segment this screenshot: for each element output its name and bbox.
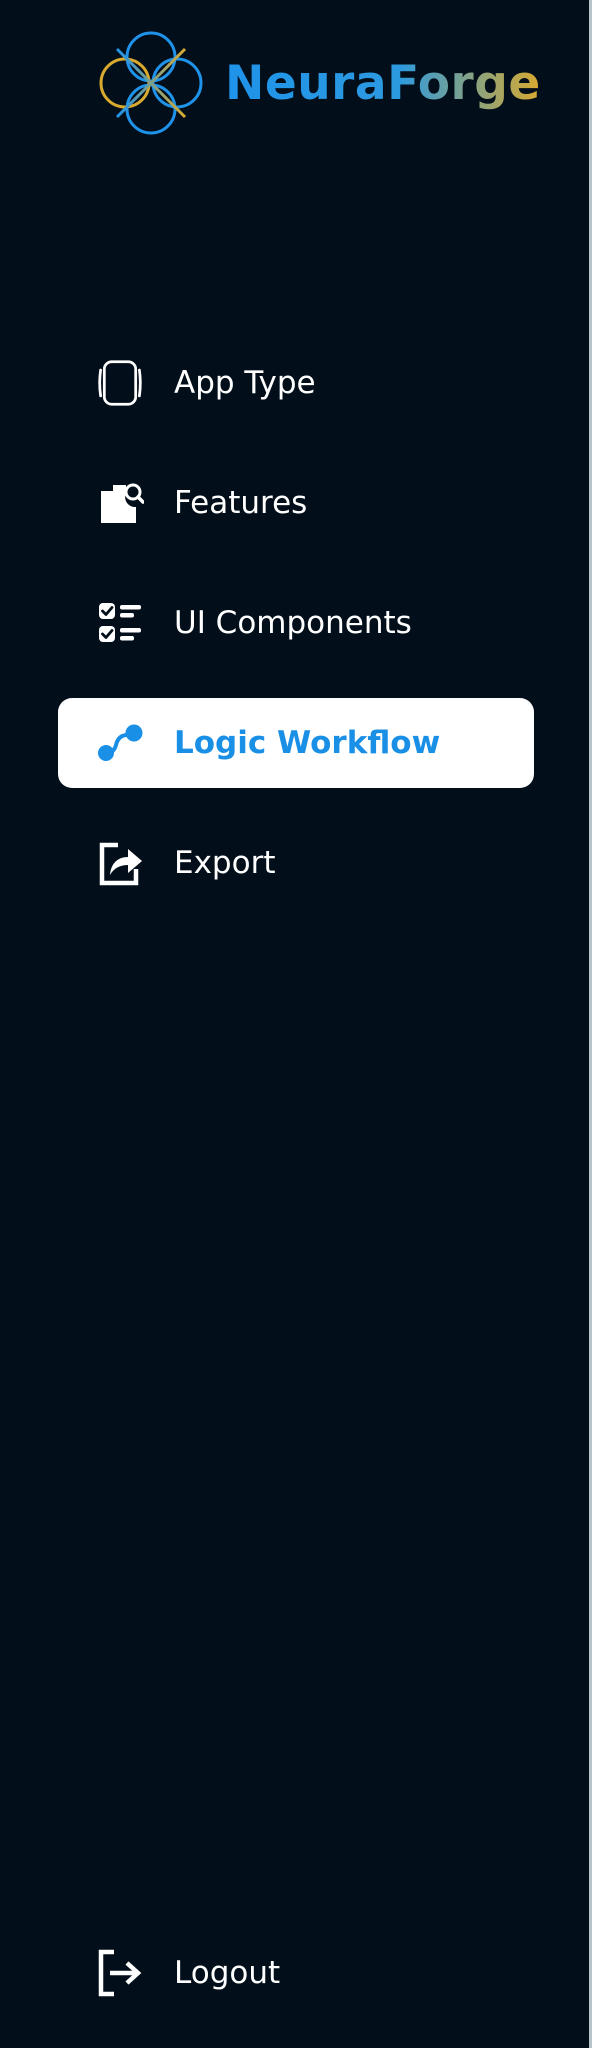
checklist-icon [96,599,144,647]
neuraforge-logo-icon [99,31,203,135]
nav-label: App Type [174,364,316,401]
nav-item-app-type[interactable]: App Type [58,338,534,428]
document-search-icon [96,479,144,527]
mobile-device-icon [96,359,144,407]
sidebar: NeuraForge App Type Features UI Componen… [0,0,589,2048]
logout-label: Logout [174,1954,281,1991]
logout-button[interactable]: Logout [58,1928,534,2018]
nav-label: Export [174,844,276,881]
brand-name: NeuraForge [225,55,541,111]
nav-label: Features [174,484,308,521]
nav-item-export[interactable]: Export [58,818,534,908]
share-export-icon [96,839,144,887]
nav-label: UI Components [174,604,412,641]
nav-label: Logic Workflow [174,724,441,761]
nav-item-features[interactable]: Features [58,458,534,548]
logout-icon [96,1949,144,1997]
workflow-nodes-icon [96,719,144,767]
nav-item-logic-workflow[interactable]: Logic Workflow [58,698,534,788]
brand[interactable]: NeuraForge [95,27,541,139]
nav-item-ui-components[interactable]: UI Components [58,578,534,668]
